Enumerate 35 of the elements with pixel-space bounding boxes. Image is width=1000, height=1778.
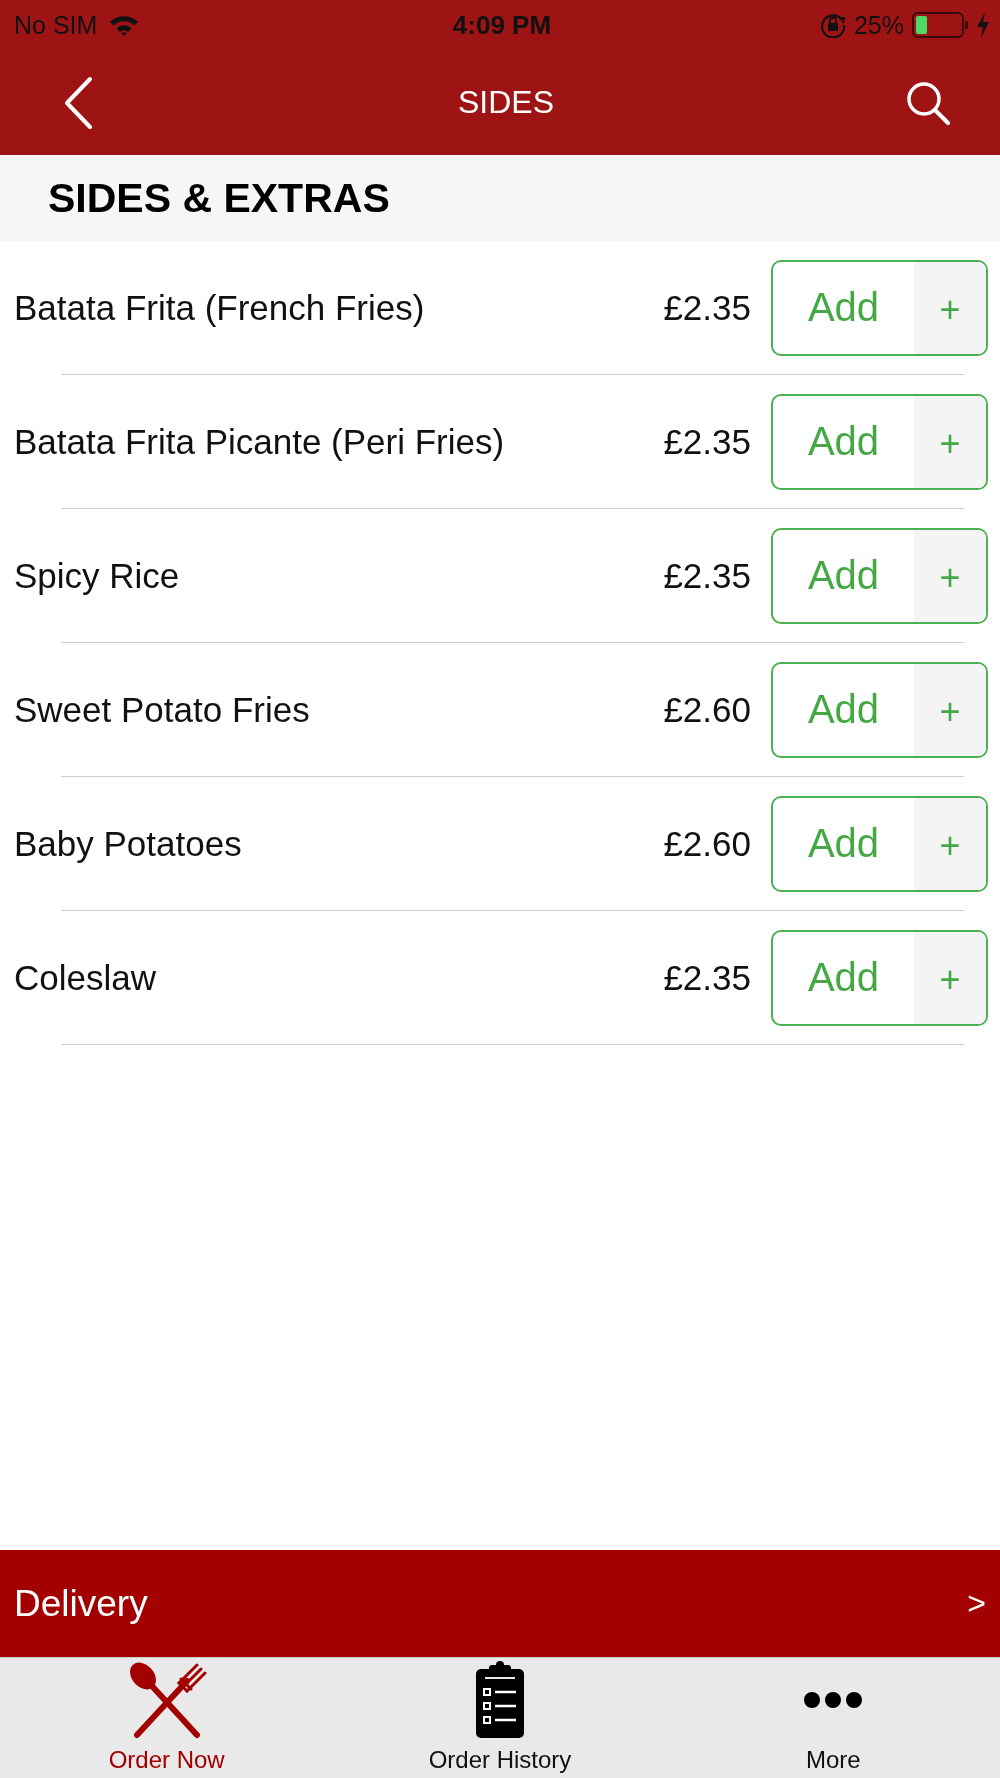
- more-dots-icon: [804, 1692, 863, 1708]
- item-price: £2.35: [663, 957, 751, 998]
- item-name: Batata Frita (French Fries): [14, 287, 426, 328]
- more-tab[interactable]: More: [666, 1658, 1000, 1778]
- add-button[interactable]: Add +: [771, 527, 988, 624]
- battery-percent: 25%: [853, 10, 904, 40]
- item-price: £2.60: [663, 689, 751, 730]
- back-chevron-icon[interactable]: [62, 75, 94, 130]
- item-price: £2.35: [663, 555, 751, 596]
- item-name: Sweet Potato Fries: [14, 689, 311, 730]
- order-history-tab[interactable]: Order History: [333, 1658, 667, 1778]
- item-name: Baby Potatoes: [14, 823, 243, 864]
- order-now-tab[interactable]: Order Now: [0, 1658, 334, 1778]
- add-button[interactable]: Add +: [771, 795, 988, 892]
- orientation-lock-icon: [819, 12, 846, 38]
- search-icon[interactable]: [906, 80, 950, 125]
- clock-time: 4:09 PM: [452, 9, 552, 41]
- charging-bolt-icon: [976, 12, 990, 38]
- add-button[interactable]: Add +: [771, 259, 988, 356]
- clipboard-list-icon: [475, 1661, 525, 1739]
- carrier-text: No SIM: [14, 10, 98, 40]
- item-name: Spicy Rice: [14, 555, 181, 596]
- item-name: Coleslaw: [14, 957, 157, 998]
- add-button[interactable]: Add +: [771, 661, 988, 758]
- add-button[interactable]: Add +: [771, 929, 988, 1026]
- item-name: Batata Frita Picante (Peri Fries): [14, 421, 506, 462]
- delivery-button[interactable]: Delivery >: [0, 1550, 1000, 1657]
- section-title: SIDES & EXTRAS: [48, 174, 390, 222]
- battery-icon: [912, 12, 968, 38]
- screen-title: SIDES: [458, 84, 554, 121]
- add-button[interactable]: Add +: [771, 393, 988, 490]
- item-price: £2.35: [663, 421, 751, 462]
- wifi-icon: [109, 14, 140, 36]
- item-price: £2.60: [663, 823, 751, 864]
- item-price: £2.35: [663, 287, 751, 328]
